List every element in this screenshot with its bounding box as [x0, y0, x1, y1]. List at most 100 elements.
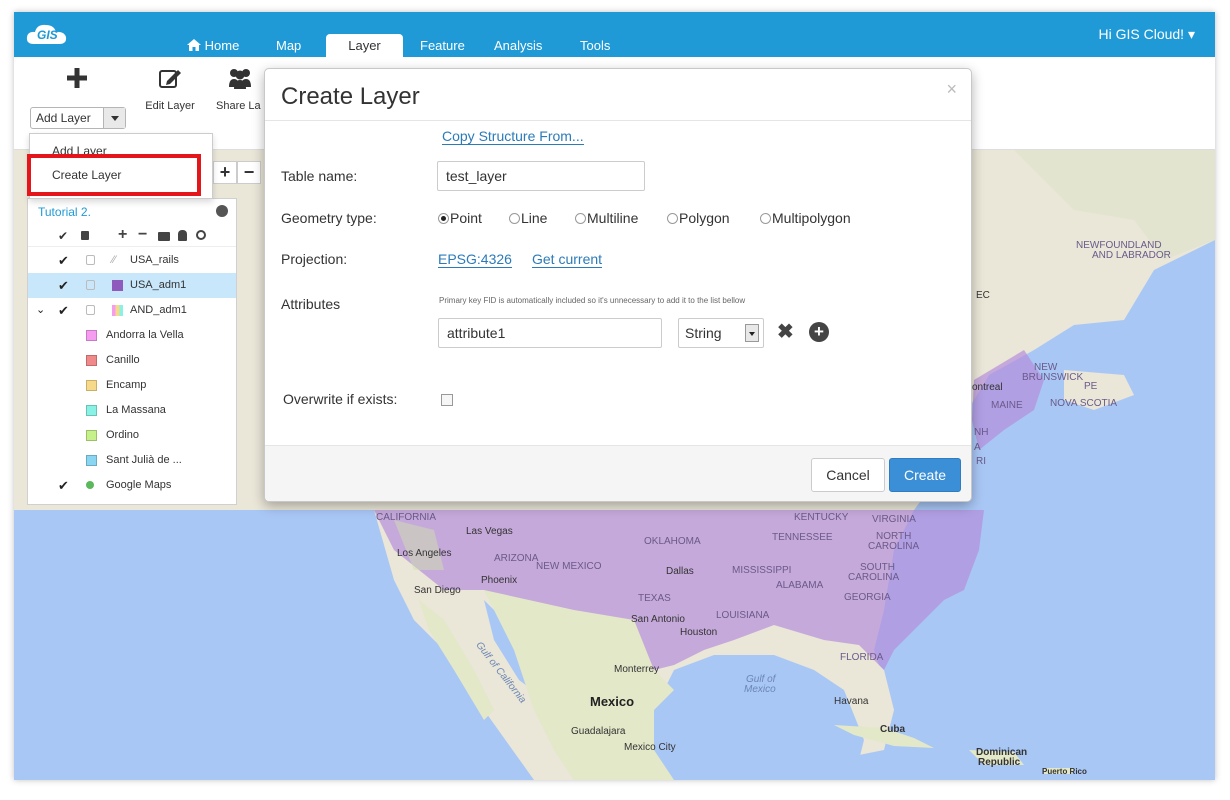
map-label: EC	[976, 290, 990, 301]
zoom-layer-icon[interactable]	[196, 230, 206, 240]
overwrite-label: Overwrite if exists:	[283, 391, 398, 407]
check-icon[interactable]: ✔	[58, 303, 69, 319]
gis-cloud-logo[interactable]: GIS	[24, 20, 72, 48]
layer-row-and-adm1[interactable]: ⌄ ✔ AND_adm1	[28, 298, 236, 323]
radio-label: Polygon	[679, 210, 730, 226]
radio-line[interactable]: Line	[509, 210, 547, 226]
layer-row-google-maps[interactable]: ✔ Google Maps	[28, 473, 236, 498]
map-label: Los Angeles	[397, 548, 452, 559]
map-label: Dallas	[666, 566, 694, 577]
layer-row-usa-rails[interactable]: ✔ ⁄⁄ USA_rails	[28, 248, 236, 273]
map-label: PE	[1084, 381, 1098, 392]
create-button[interactable]: Create	[889, 458, 961, 492]
remove-attribute-icon[interactable]: ✖	[777, 319, 794, 344]
table-name-input[interactable]: test_layer	[437, 161, 645, 191]
layer-row-usa-adm1[interactable]: ✔ USA_adm1	[28, 273, 236, 298]
edit-layer-button[interactable]: Edit Layer	[142, 67, 198, 112]
radio-icon	[667, 213, 678, 224]
category-name: Sant Julià de ...	[106, 454, 182, 466]
overwrite-checkbox[interactable]	[441, 394, 453, 406]
category-name: Andorra la Vella	[106, 329, 184, 341]
projection-link[interactable]: EPSG:4326	[438, 251, 512, 268]
map-label: NEW MEXICO	[536, 561, 602, 572]
chevron-down-icon[interactable]	[103, 108, 125, 128]
zoom-control: + −	[213, 161, 263, 184]
radio-label: Multipolygon	[772, 210, 851, 226]
globe-icon[interactable]	[216, 205, 228, 217]
add-attribute-icon[interactable]: +	[809, 322, 829, 342]
category-swatch	[86, 455, 97, 466]
attribute-type-select[interactable]: String	[678, 318, 764, 348]
add-layer-select[interactable]: Add Layer	[30, 107, 126, 129]
close-icon[interactable]: ×	[946, 79, 957, 100]
map-label: Mexico	[744, 684, 776, 695]
unlock-icon[interactable]	[86, 255, 95, 265]
radio-icon	[509, 213, 520, 224]
category-sant-julia: Sant Julià de ...	[28, 448, 236, 473]
collapse-chevron-icon[interactable]: ⌄	[36, 303, 45, 316]
share-layer-label: Share La	[216, 100, 261, 112]
remove-icon[interactable]: −	[138, 226, 147, 244]
radio-icon	[760, 213, 771, 224]
radio-polygon[interactable]: Polygon	[667, 210, 730, 226]
nav-analysis[interactable]: Analysis	[494, 34, 542, 57]
nav-map[interactable]: Map	[276, 34, 301, 57]
map-label: KENTUCKY	[794, 512, 849, 523]
add-icon[interactable]: +	[118, 226, 127, 244]
nav-feature[interactable]: Feature	[420, 34, 465, 57]
radio-selected-icon	[438, 213, 449, 224]
zoom-in-button[interactable]: +	[213, 161, 237, 184]
nav-home[interactable]: Home	[187, 34, 239, 57]
map-label: BRUNSWICK	[1022, 372, 1084, 383]
radio-label: Multiline	[587, 210, 639, 226]
check-icon[interactable]: ✔	[58, 478, 69, 494]
copy-structure-link[interactable]: Copy Structure From...	[442, 128, 584, 145]
map-label: San Antonio	[631, 614, 685, 625]
attribute-name-input[interactable]: attribute1	[438, 318, 662, 348]
category-swatch	[86, 355, 97, 366]
map-label: LOUISIANA	[716, 610, 770, 621]
map-label: Guadalajara	[571, 726, 626, 737]
nav-layer-label: Layer	[348, 38, 381, 53]
radio-icon	[575, 213, 586, 224]
radio-point[interactable]: Point	[438, 210, 482, 226]
user-menu[interactable]: Hi GIS Cloud! ▾	[1098, 26, 1195, 43]
folder-icon[interactable]	[158, 232, 170, 241]
check-icon[interactable]: ✔	[58, 278, 69, 294]
get-current-link[interactable]: Get current	[532, 251, 603, 268]
nav-map-label: Map	[276, 38, 302, 53]
check-icon[interactable]: ✔	[58, 253, 69, 269]
chevron-down-icon[interactable]	[745, 324, 759, 342]
map-label: CALIFORNIA	[376, 512, 437, 523]
radio-multiline[interactable]: Multiline	[575, 210, 638, 226]
projection-label: Projection:	[281, 251, 348, 267]
map-label: Houston	[680, 627, 718, 638]
user-icon[interactable]	[178, 230, 187, 241]
layer-tree-panel: Tutorial 2. ✔ + − ✔ ⁄⁄ USA_rails ✔ USA_a…	[27, 198, 237, 505]
map-label: RI	[976, 456, 986, 467]
map-label: Republic	[978, 757, 1021, 768]
map-label: TENNESSEE	[772, 532, 833, 543]
attributes-label: Attributes	[281, 296, 341, 312]
category-canillo: Canillo	[28, 348, 236, 373]
layer-color-swatch	[112, 280, 123, 291]
radio-label: Line	[521, 210, 548, 226]
map-label: CAROLINA	[868, 541, 920, 552]
share-layer-button[interactable]: Share La	[214, 67, 266, 112]
highlight-box	[27, 154, 201, 196]
nav-tools[interactable]: Tools	[580, 34, 610, 57]
unlock-icon[interactable]	[86, 305, 95, 315]
check-all-icon[interactable]: ✔	[58, 229, 68, 243]
nav-layer[interactable]: Layer	[326, 34, 403, 57]
cancel-button[interactable]: Cancel	[811, 458, 885, 492]
lock-icon[interactable]	[81, 231, 89, 240]
map-title[interactable]: Tutorial 2.	[38, 205, 91, 219]
unlock-icon[interactable]	[86, 280, 95, 290]
category-name: Canillo	[106, 354, 140, 366]
create-layer-dialog: Create Layer × Copy Structure From... Ta…	[264, 68, 972, 502]
zoom-out-button[interactable]: −	[237, 161, 261, 184]
radio-multipolygon[interactable]: Multipolygon	[760, 210, 851, 226]
dialog-title: Create Layer	[281, 83, 420, 110]
map-label: MISSISSIPPI	[732, 565, 792, 576]
add-layer-tool[interactable]	[66, 67, 88, 92]
